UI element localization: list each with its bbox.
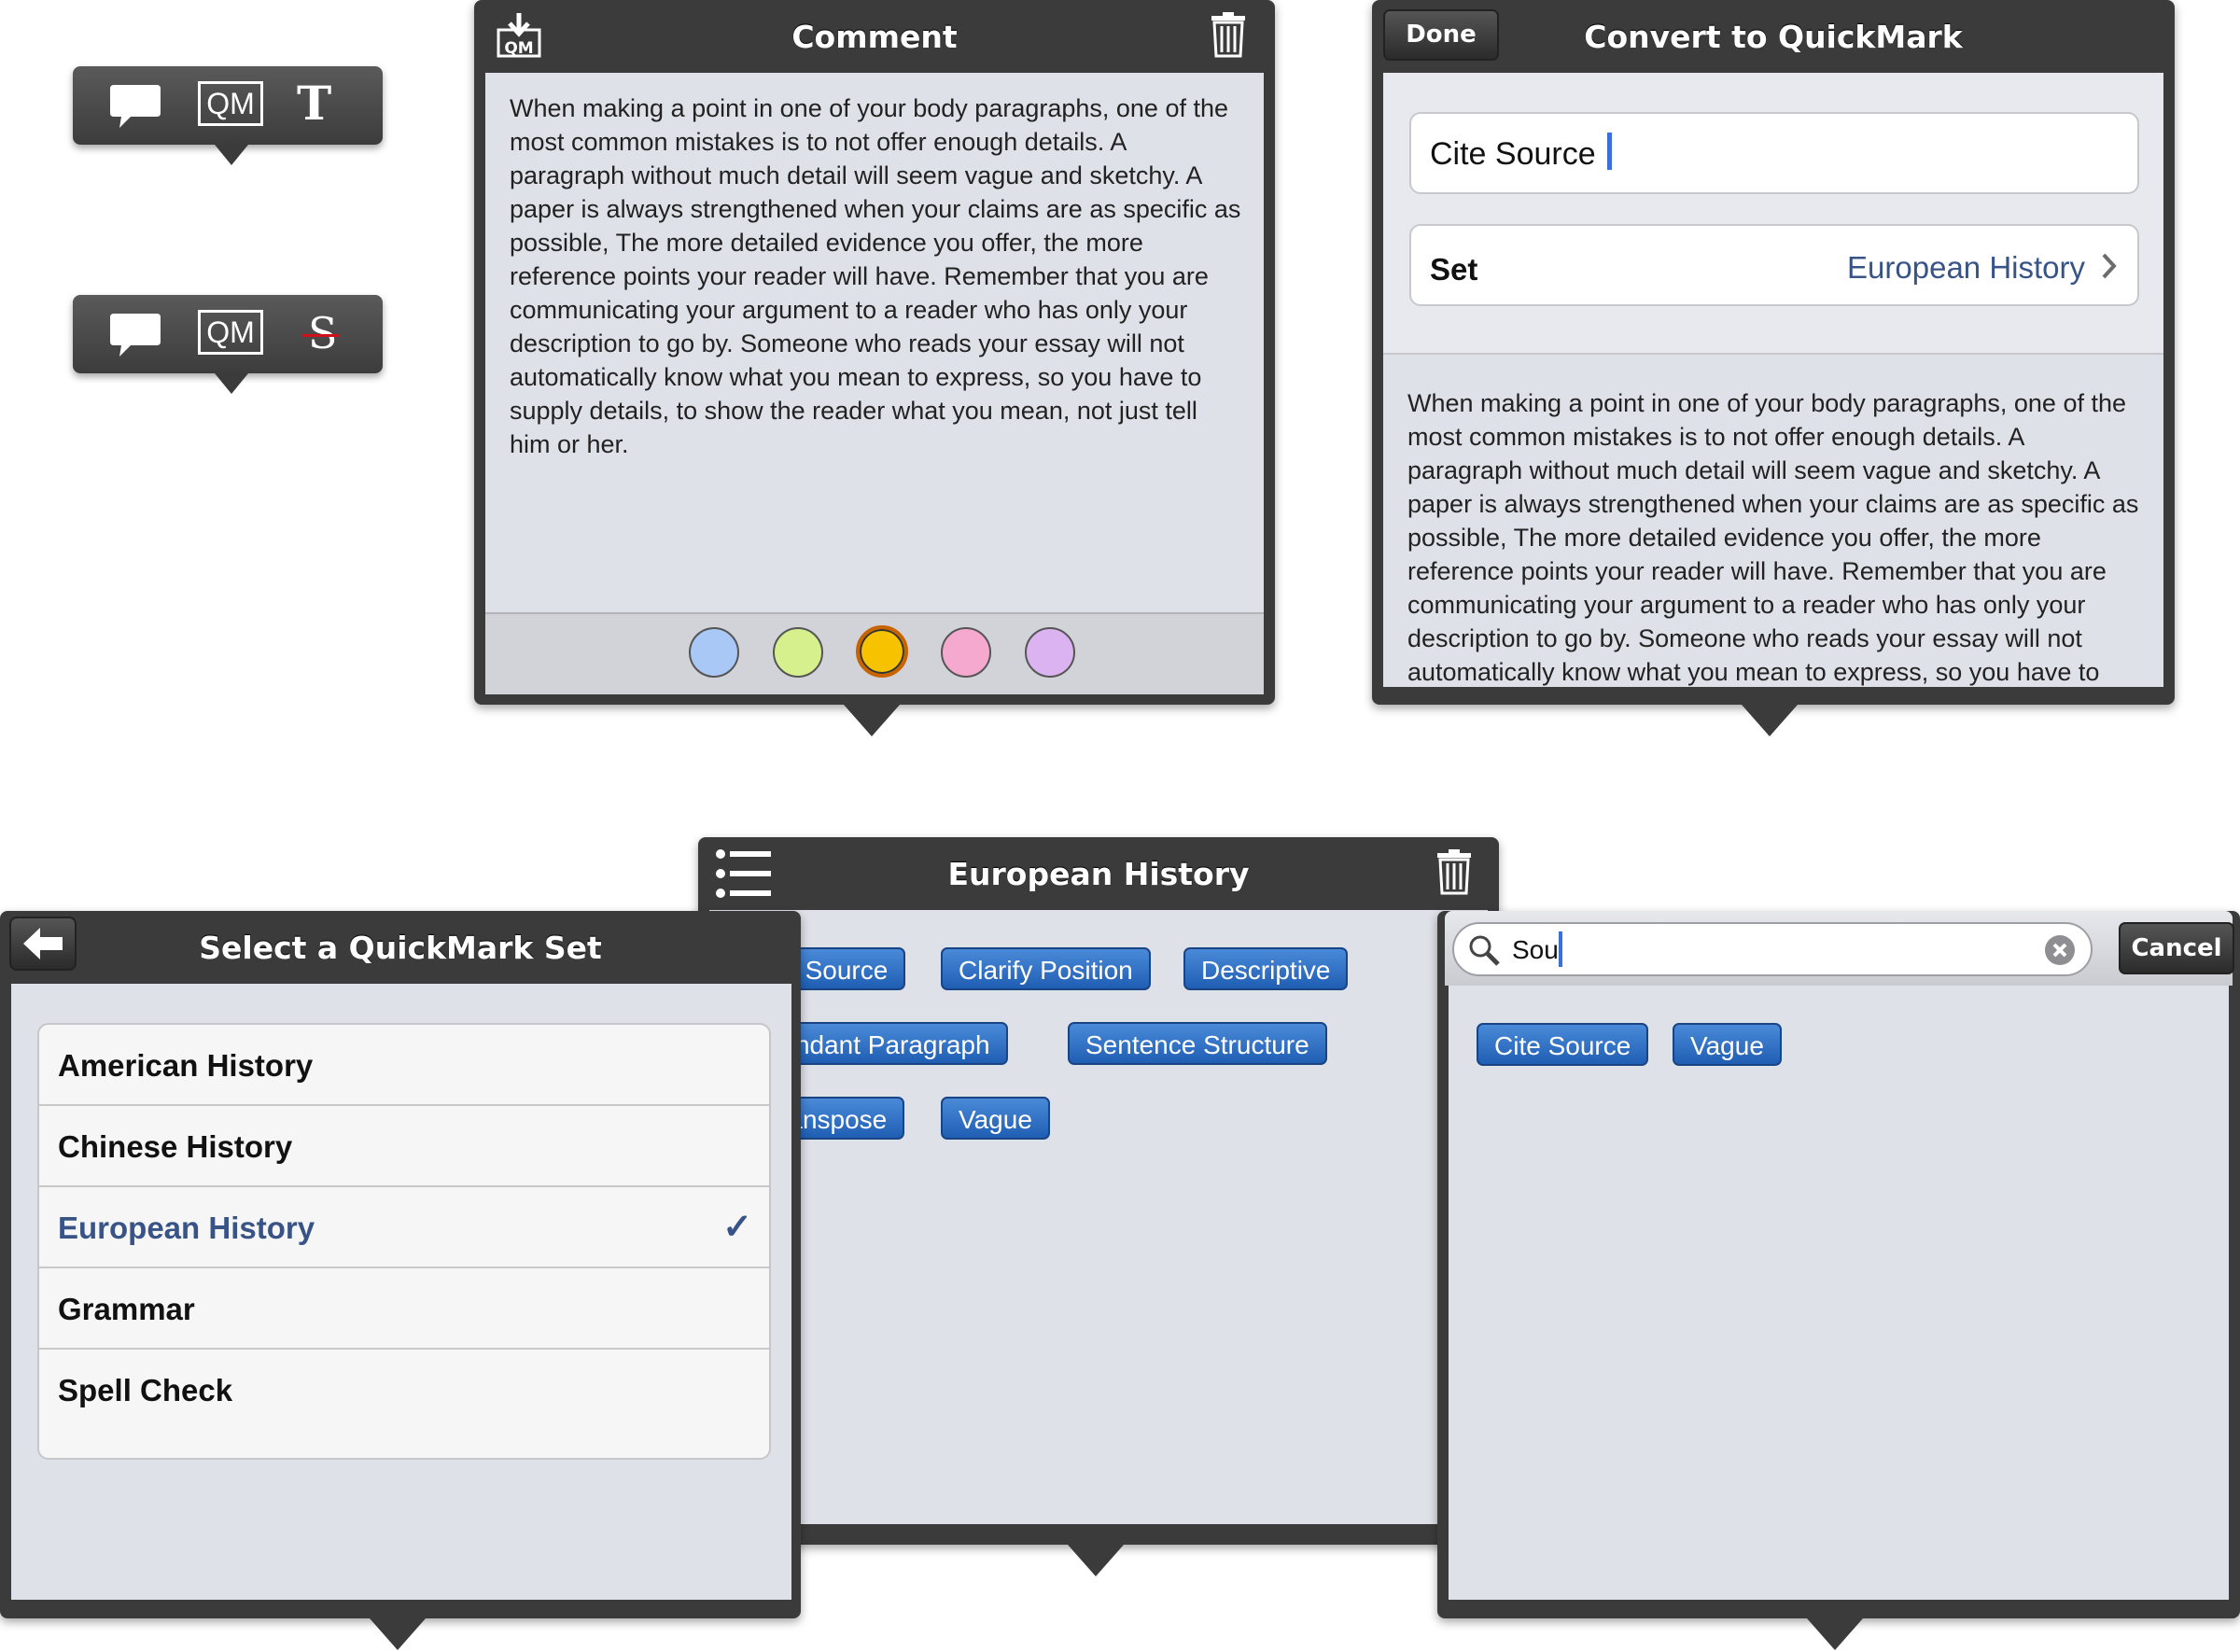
- quickmark-tag[interactable]: Sentence Structure: [1068, 1022, 1327, 1065]
- speech-bubble-icon[interactable]: [108, 81, 162, 136]
- set-value: European History: [1847, 250, 2085, 285]
- comment-body-area: When making a point in one of your body …: [485, 73, 1264, 612]
- quickmark-name-field[interactable]: Cite Source: [1409, 112, 2139, 194]
- trash-icon[interactable]: [1435, 848, 1473, 900]
- tag-cloud-area: Cite Source Clarify Position Descriptive…: [709, 910, 1488, 1524]
- comment-popover: QM Comment When making a point in one of…: [474, 0, 1275, 705]
- popover-arrow: [1807, 1618, 1863, 1650]
- clear-search-icon[interactable]: [2044, 934, 2076, 971]
- text-cursor: [1607, 133, 1612, 170]
- text-cursor: [1559, 931, 1562, 967]
- speech-bubble-icon[interactable]: [108, 310, 162, 365]
- set-list-item-selected[interactable]: European History ✓: [39, 1187, 769, 1268]
- search-results-area: Cite Source Vague: [1449, 986, 2229, 1600]
- search-result-tag[interactable]: Vague: [1673, 1023, 1782, 1066]
- set-label: Set: [1430, 252, 1478, 287]
- quickmark-set-popover: European History Cite Source Clarify Pos…: [698, 837, 1499, 1545]
- popover-title: European History: [947, 856, 1250, 892]
- convert-comment-text: When making a point in one of your body …: [1407, 389, 2139, 686]
- strikethrough-tool-button[interactable]: S: [308, 308, 338, 358]
- select-set-popover: Select a QuickMark Set American History …: [0, 911, 801, 1618]
- popover-title: Comment: [791, 19, 958, 55]
- color-pink[interactable]: [941, 627, 991, 678]
- color-purple[interactable]: [1025, 627, 1075, 678]
- set-list-item[interactable]: Spell Check: [39, 1350, 769, 1431]
- annotation-toolbar-text: QM T: [73, 66, 383, 145]
- quickmark-tag[interactable]: Clarify Position: [941, 947, 1151, 990]
- trash-icon[interactable]: [1210, 11, 1247, 63]
- checkmark-icon: ✓: [722, 1208, 752, 1247]
- chevron-right-icon: [2100, 252, 2119, 285]
- annotation-toolbar-strike: QM S: [73, 295, 383, 373]
- popover-arrow: [844, 705, 900, 736]
- set-list-item[interactable]: Chinese History: [39, 1106, 769, 1187]
- quickmark-tag[interactable]: Descriptive: [1183, 947, 1349, 990]
- comment-text[interactable]: When making a point in one of your body …: [510, 91, 1242, 461]
- popover-arrow: [1068, 1545, 1124, 1576]
- cancel-button[interactable]: Cancel: [2119, 922, 2234, 974]
- set-selector-row[interactable]: Set European History: [1409, 224, 2139, 306]
- toolbar-arrow: [215, 373, 248, 394]
- popover-arrow: [1742, 705, 1798, 736]
- set-list: American History Chinese History Europea…: [37, 1023, 771, 1460]
- quickmark-button[interactable]: QM: [198, 310, 263, 355]
- search-popover: Sou Cancel Cite Source Vague: [1437, 911, 2240, 1618]
- set-list-item[interactable]: American History: [39, 1025, 769, 1106]
- quickmark-button[interactable]: QM: [198, 81, 263, 126]
- color-green[interactable]: [773, 627, 823, 678]
- popover-title: Select a QuickMark Set: [199, 930, 602, 966]
- color-yellow-selected[interactable]: [856, 625, 908, 678]
- popover-arrow: [370, 1618, 426, 1650]
- search-query: Sou: [1512, 935, 1559, 964]
- convert-comment-area: When making a point in one of your body …: [1383, 353, 2163, 687]
- color-picker-bar: [485, 612, 1264, 694]
- color-blue[interactable]: [689, 627, 739, 678]
- convert-form-area: Cite Source Set European History: [1383, 73, 2163, 353]
- search-icon: [1467, 933, 1501, 972]
- text-tool-button[interactable]: T: [297, 76, 331, 131]
- set-list-area: American History Chinese History Europea…: [11, 984, 791, 1600]
- convert-quickmark-popover: Done Convert to QuickMark Cite Source Se…: [1372, 0, 2175, 705]
- set-list-item-label: European History: [58, 1211, 315, 1245]
- toolbar-arrow: [215, 145, 248, 165]
- quickmark-tag[interactable]: Vague: [941, 1097, 1050, 1140]
- search-bar: Sou Cancel: [1445, 911, 2234, 986]
- strike-line: [302, 334, 340, 337]
- set-list-item[interactable]: Grammar: [39, 1268, 769, 1350]
- popover-title: Convert to QuickMark: [1584, 19, 1963, 55]
- search-input[interactable]: Sou: [1452, 922, 2093, 976]
- search-result-tag[interactable]: Cite Source: [1477, 1023, 1649, 1066]
- quickmark-name-value: Cite Source: [1430, 136, 1596, 172]
